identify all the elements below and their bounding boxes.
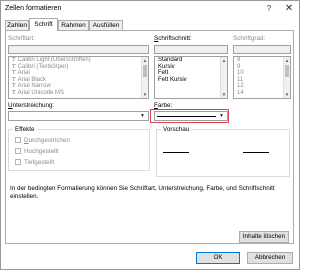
list-item[interactable]: T Arial — [9, 70, 148, 77]
list-item[interactable]: 14 — [234, 90, 290, 97]
font-name: Arial Black — [17, 76, 47, 83]
chevron-down-icon[interactable]: ▼ — [138, 112, 147, 120]
list-item[interactable]: Fett Kursiv — [155, 77, 227, 84]
list-item[interactable]: T Calibri Light (Überschriften) — [9, 57, 148, 64]
font-tab-panel: Schriftart: T Calibri Light (Überschrifte… — [5, 30, 294, 244]
list-item[interactable]: Fett — [155, 70, 227, 77]
tab-border[interactable]: Rahmen — [58, 20, 89, 30]
truetype-font-icon: T — [12, 89, 16, 96]
superscript-checkbox[interactable]: Hochgestellt — [15, 148, 59, 156]
list-item[interactable]: T Calibri (Textkörper) — [9, 64, 148, 71]
subscript-label: Tiefgestellt — [24, 159, 55, 166]
scroll-down-icon[interactable]: ▼ — [142, 91, 148, 98]
style-list-scrollbar[interactable]: ▲ ▼ — [220, 57, 227, 98]
truetype-font-icon: T — [12, 63, 16, 70]
cancel-button[interactable]: Abbrechen — [247, 252, 293, 264]
close-button[interactable]: ✕ — [283, 3, 295, 15]
style-input[interactable] — [154, 45, 228, 54]
effects-title: Effekte — [13, 126, 37, 133]
size-label: Schriftgrad: — [233, 35, 266, 42]
scroll-up-icon[interactable]: ▲ — [221, 57, 227, 64]
font-list-scrollbar[interactable]: ▲ ▼ — [141, 57, 148, 98]
style-label: Schriftschnitt: — [154, 35, 192, 42]
scroll-thumb[interactable] — [285, 65, 289, 77]
ok-button[interactable]: OK — [196, 252, 240, 264]
subscript-checkbox[interactable]: Tiefgestellt — [15, 159, 54, 167]
strikethrough-checkbox[interactable]: Durchgestrichen — [15, 137, 70, 145]
tab-font[interactable]: Schrift — [29, 18, 58, 31]
scroll-down-icon[interactable]: ▼ — [221, 91, 227, 98]
underline-label: Unterstreichung: — [8, 102, 55, 109]
preview-line — [163, 152, 189, 153]
list-item[interactable]: T Arial Unicode MS — [9, 90, 148, 97]
list-item[interactable]: 8 — [234, 57, 290, 64]
font-name: Calibri Light (Überschriften) — [17, 57, 91, 63]
title-bar: Zellen formatieren ? ✕ — [1, 1, 299, 17]
truetype-font-icon: T — [12, 76, 16, 83]
info-text: In der bedingten Formatierung können Sie… — [10, 185, 275, 200]
underline-select[interactable]: ▼ — [8, 111, 149, 121]
checkbox-icon[interactable] — [15, 159, 21, 165]
style-listbox[interactable]: Standard Kursiv Fett Fett Kursiv ▲ ▼ — [154, 56, 228, 99]
list-item[interactable]: 12 — [234, 83, 290, 90]
scroll-thumb[interactable] — [143, 65, 147, 77]
font-label: Schriftart: — [8, 35, 35, 42]
list-item[interactable]: 9 — [234, 64, 290, 71]
superscript-label: Hochgestellt — [24, 148, 59, 155]
font-name: Arial Unicode MS — [17, 89, 65, 96]
dialog-title: Zellen formatieren — [5, 5, 62, 12]
size-list-scrollbar[interactable]: ▲ ▼ — [283, 57, 290, 98]
help-button[interactable]: ? — [264, 4, 274, 14]
checkbox-icon[interactable] — [15, 148, 21, 154]
font-name: Arial — [17, 70, 30, 77]
size-input[interactable] — [233, 45, 291, 54]
list-item[interactable]: Standard — [155, 57, 227, 64]
color-select[interactable]: ▼ — [154, 111, 228, 121]
font-name: Arial Narrow — [17, 83, 51, 90]
font-name: Calibri (Textkörper) — [17, 63, 69, 70]
list-item[interactable]: T Arial Narrow — [9, 83, 148, 90]
scroll-down-icon[interactable]: ▼ — [284, 91, 290, 98]
list-item[interactable]: 10 — [234, 70, 290, 77]
preview-box: Vorschau — [156, 126, 290, 177]
list-item[interactable]: Kursiv — [155, 64, 227, 71]
truetype-font-icon: T — [12, 57, 16, 63]
tab-fill[interactable]: Ausfüllen — [89, 20, 123, 30]
truetype-font-icon: T — [12, 83, 16, 90]
color-swatch — [157, 116, 216, 117]
list-item[interactable]: 11 — [234, 77, 290, 84]
truetype-font-icon: T — [12, 70, 16, 77]
chevron-down-icon[interactable]: ▼ — [217, 112, 226, 120]
preview-line — [243, 152, 269, 153]
preview-title: Vorschau — [161, 126, 192, 133]
clear-button[interactable]: Inhalte löschen — [239, 231, 289, 243]
scroll-up-icon[interactable]: ▲ — [284, 57, 290, 64]
size-listbox[interactable]: 8 9 10 11 12 14 ▲ ▼ — [233, 56, 291, 99]
font-input[interactable] — [8, 45, 149, 54]
format-cells-dialog: Zellen formatieren ? ✕ Zahlen Schrift Ra… — [0, 0, 300, 270]
list-item[interactable]: T Arial Black — [9, 77, 148, 84]
color-label: Farbe: — [154, 102, 173, 109]
checkbox-icon[interactable] — [15, 137, 21, 143]
effects-group: Effekte Durchgestrichen Hochgestellt Tie… — [8, 126, 150, 171]
font-listbox[interactable]: T Calibri Light (Überschriften) T Calibri … — [8, 56, 149, 99]
scroll-up-icon[interactable]: ▲ — [142, 57, 148, 64]
tab-numbers[interactable]: Zahlen — [5, 20, 29, 30]
